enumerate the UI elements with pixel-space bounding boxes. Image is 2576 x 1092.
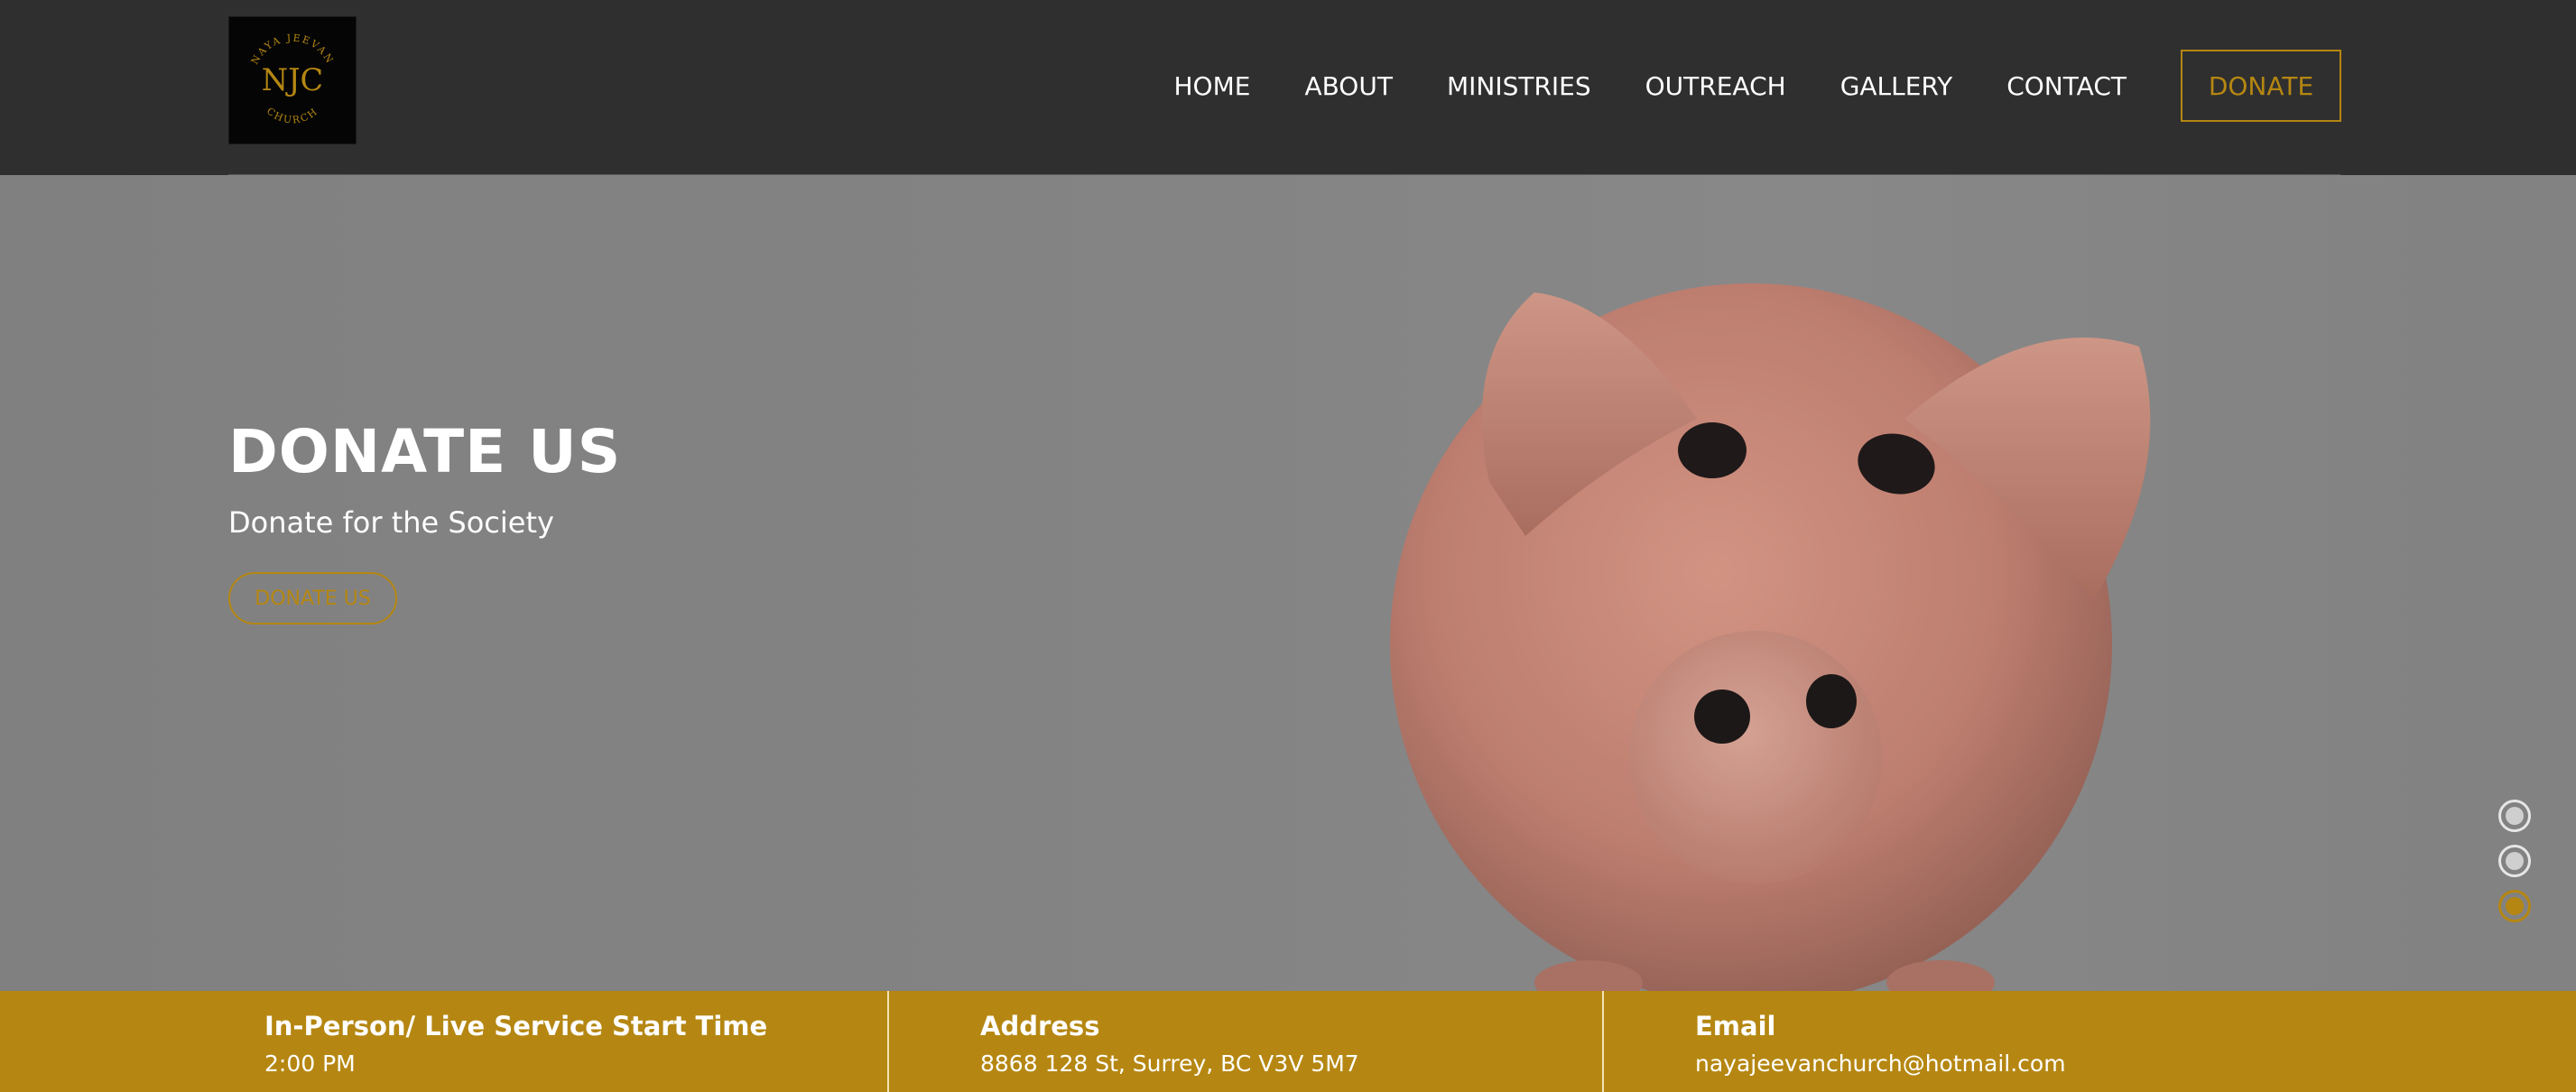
- nav-about[interactable]: ABOUT: [1304, 71, 1393, 101]
- info-bar: In-Person/ Live Service Start Time 2:00 …: [0, 991, 2576, 1092]
- nav-outreach[interactable]: OUTREACH: [1645, 71, 1786, 101]
- nav-home[interactable]: HOME: [1173, 71, 1250, 101]
- main-nav: HOME ABOUT MINISTRIES OUTREACH GALLERY C…: [1173, 50, 2341, 122]
- slider-dot-3[interactable]: [2498, 890, 2531, 922]
- slider-pagination: [2497, 800, 2533, 935]
- nav-ministries[interactable]: MINISTRIES: [1447, 71, 1591, 101]
- service-time-value: 2:00 PM: [264, 1050, 356, 1077]
- hero-subtitle: Donate for the Society: [228, 505, 554, 540]
- slider-dot-2[interactable]: [2498, 845, 2531, 877]
- header-donate-button[interactable]: DONATE: [2181, 50, 2341, 122]
- address-value: 8868 128 St, Surrey, BC V3V 5M7: [980, 1050, 1359, 1077]
- logo-top-text: NAYA JEEVAN: [249, 32, 335, 66]
- info-divider: [1602, 991, 1604, 1092]
- logo-emblem: NAYA JEEVAN CHURCH NJC: [249, 32, 337, 125]
- email-link[interactable]: nayajeevanchurch@hotmail.com: [1695, 1050, 2066, 1077]
- logo-bottom-text: CHURCH: [264, 105, 319, 125]
- church-logo[interactable]: NAYA JEEVAN CHURCH NJC: [228, 16, 357, 144]
- email-label: Email: [1695, 1011, 1776, 1041]
- hero-slider: DONATE US Donate for the Society DONATE …: [0, 175, 2576, 991]
- nav-gallery[interactable]: GALLERY: [1840, 71, 1953, 101]
- service-time-label: In-Person/ Live Service Start Time: [264, 1011, 768, 1041]
- page: NAYA JEEVAN CHURCH NJC HOME ABOUT MINIST…: [0, 0, 2576, 1092]
- svg-text:CHURCH: CHURCH: [264, 105, 320, 125]
- info-divider: [887, 991, 889, 1092]
- logo-monogram: NJC: [262, 62, 323, 97]
- address-label: Address: [980, 1011, 1100, 1041]
- slider-dot-1[interactable]: [2498, 800, 2531, 832]
- hero-title: DONATE US: [228, 417, 622, 486]
- hero-donate-button[interactable]: DONATE US: [228, 572, 397, 625]
- svg-text:NAYA JEEVAN: NAYA JEEVAN: [249, 32, 337, 66]
- site-header: NAYA JEEVAN CHURCH NJC HOME ABOUT MINIST…: [0, 0, 2576, 175]
- nav-contact[interactable]: CONTACT: [2006, 71, 2127, 101]
